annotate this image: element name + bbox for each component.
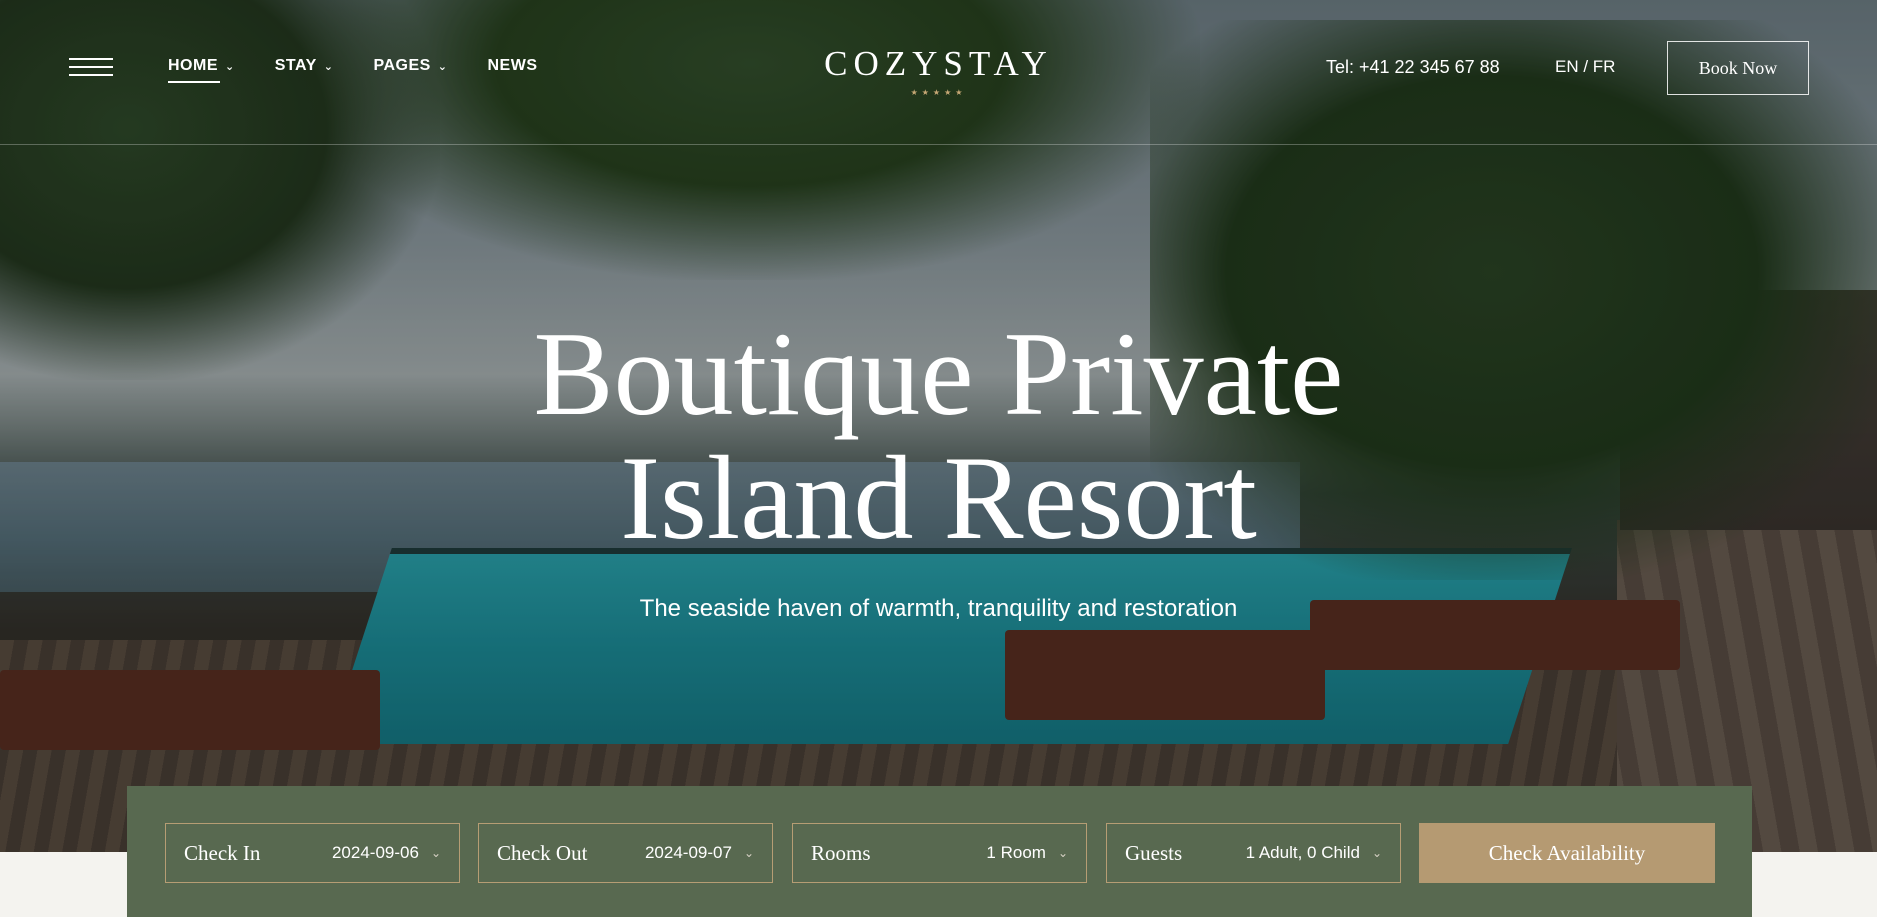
field-label: Check In [184,840,261,865]
hero-title-line: Boutique Private [533,307,1344,440]
field-label: Rooms [811,840,871,865]
hero-title-line: Island Resort [620,431,1257,564]
language-switcher[interactable]: EN / FR [1555,57,1615,77]
chevron-down-icon: ⌄ [430,846,441,860]
phone-number[interactable]: Tel: +41 22 345 67 88 [1326,57,1500,78]
field-value: 2024-09-07 [644,843,732,862]
hero-title: Boutique Private Island Resort [0,312,1877,560]
check-out-field[interactable]: Check Out 2024-09-07 ⌄ [478,823,773,883]
book-now-button[interactable]: Book Now [1667,41,1809,95]
field-value: 2024-09-06 [331,843,419,862]
chevron-down-icon: ⌄ [1057,846,1068,860]
hero-subtitle: The seaside haven of warmth, tranquility… [639,595,1238,622]
field-value: 1 Adult, 0 Child [1245,843,1360,862]
field-value: 1 Room [986,843,1046,862]
field-label: Guests [1125,840,1183,865]
logo-stars: ★★★★★ [910,88,967,97]
booking-bar: Check In 2024-09-06 ⌄ Check Out 2024-09-… [127,786,1752,917]
rooms-field[interactable]: Rooms 1 Room ⌄ [792,823,1087,883]
guests-field[interactable]: Guests 1 Adult, 0 Child ⌄ [1106,823,1401,883]
site-header: HOME ⌄ STAY ⌄ PAGES ⌄ NEWS COZYSTAY ★★★★… [0,0,1877,145]
check-in-field[interactable]: Check In 2024-09-06 ⌄ [165,823,460,883]
field-label: Check Out [497,840,588,865]
chevron-down-icon: ⌄ [743,846,754,860]
check-availability-button[interactable]: Check Availability [1419,823,1715,883]
chevron-down-icon: ⌄ [1371,846,1382,860]
